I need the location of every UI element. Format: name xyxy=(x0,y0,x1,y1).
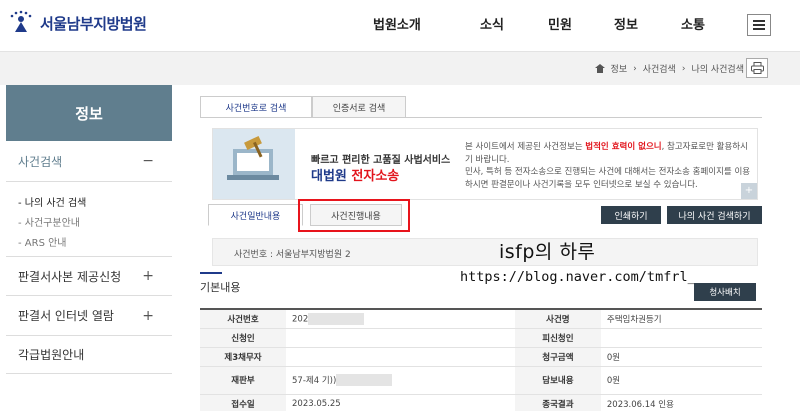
sidebar-item-courts[interactable]: 각급법원안내 xyxy=(6,336,172,374)
sidebar-sub-ars[interactable]: - ARS 안내 xyxy=(18,234,67,249)
breadcrumb-my-case[interactable]: 나의 사건검색 xyxy=(691,62,744,75)
office-layout-button[interactable]: 청사배치 xyxy=(694,283,756,301)
gavel-laptop-icon xyxy=(213,129,295,199)
minus-icon: − xyxy=(142,153,154,169)
breadcrumb-case-search[interactable]: 사건검색 xyxy=(643,62,676,75)
redacted xyxy=(336,374,393,387)
tab-divider xyxy=(200,117,762,118)
table-cell: 0원 xyxy=(600,366,762,395)
table-header: 종국결과 xyxy=(514,394,601,411)
sidebar-item-label: 사건검색 xyxy=(18,154,63,169)
expand-icon[interactable]: + xyxy=(741,183,757,199)
breadcrumb-info[interactable]: 정보 xyxy=(611,62,628,75)
case-number-label: 사건번호 : 서울남부지방법원 2 xyxy=(234,250,351,260)
highlight-box xyxy=(298,199,410,232)
section-accent xyxy=(200,272,222,274)
sidebar-item-label: 판결서 인터넷 열람 xyxy=(18,309,114,323)
home-icon[interactable] xyxy=(594,64,605,73)
table-row: 재판부 57-제4 기)) 담보내용 0원 xyxy=(200,366,762,395)
table-header: 신청인 xyxy=(200,328,286,348)
table-row: 신청인 피신청인 xyxy=(200,328,762,348)
table-header: 청구금액 xyxy=(514,347,601,367)
table-header: 재판부 xyxy=(200,366,286,395)
nav-about[interactable]: 법원소개 xyxy=(373,14,421,33)
table-cell: 2023.06.14 인용 xyxy=(600,394,762,411)
chevron-right-icon: › xyxy=(633,63,637,74)
banner-title-eservice: 전자소송 xyxy=(351,169,400,184)
desc-part: 민사, 특허 등 전자소송으로 진행되는 사건에 대해서는 전자소송 홈페이지를… xyxy=(465,167,751,190)
redacted xyxy=(308,312,365,325)
table-header: 피신청인 xyxy=(514,328,601,348)
sidebar-item-judgment-view[interactable]: 판결서 인터넷 열람 + xyxy=(6,296,172,336)
table-cell-value: 202 xyxy=(292,314,309,325)
table-row: 제3채무자 청구금액 0원 xyxy=(200,347,762,367)
nav-communication[interactable]: 소통 xyxy=(681,14,705,33)
table-cell: 주택임차권등기 xyxy=(600,309,762,329)
desc-emphasis: 법적인 효력이 없으니 xyxy=(585,142,662,152)
section-title: 기본내용 xyxy=(200,281,241,294)
my-case-search-button[interactable]: 나의 사건 검색하기 xyxy=(667,206,762,224)
sidebar-item-label: 판결서사본 제공신청 xyxy=(18,269,122,284)
banner-headline: 빠르고 편리한 고품질 사법서비스 xyxy=(311,155,451,166)
nav-civil[interactable]: 민원 xyxy=(548,14,572,33)
table-cell: 57-제4 기)) xyxy=(286,366,515,395)
table-row: 사건번호 202 사건명 주택임차권등기 xyxy=(200,309,762,329)
case-info-table: 사건번호 202 사건명 주택임차권등기 신청인 피신청인 제3채무자 청구금액… xyxy=(200,308,762,411)
table-row: 접수일 2023.05.25 종국결과 2023.06.14 인용 xyxy=(200,394,762,411)
nav-news[interactable]: 소식 xyxy=(480,14,504,33)
table-header: 사건번호 xyxy=(200,309,286,329)
court-emblem-icon xyxy=(8,10,34,36)
banner-title-court: 대법원 xyxy=(311,169,347,184)
nav-info[interactable]: 정보 xyxy=(614,14,638,33)
table-header: 접수일 xyxy=(200,394,286,411)
plus-icon: + xyxy=(142,307,154,324)
menu-icon[interactable] xyxy=(747,14,771,36)
table-cell: 0원 xyxy=(600,347,762,367)
site-header: 서울남부지방법원 법원소개 소식 민원 정보 소통 xyxy=(0,0,800,52)
tab-case-general[interactable]: 사건일반내용 xyxy=(208,204,303,226)
table-cell xyxy=(286,347,515,367)
table-header: 사건명 xyxy=(514,309,601,329)
plus-icon: + xyxy=(142,268,154,284)
chevron-right-icon: › xyxy=(681,63,686,74)
banner-title: 대법원 전자소송 xyxy=(311,165,399,184)
printer-icon[interactable] xyxy=(746,58,768,78)
sidebar-item-judgment-copy[interactable]: 판결서사본 제공신청 + xyxy=(6,256,172,296)
table-cell xyxy=(286,328,515,348)
sidebar-item-label: 각급법원안내 xyxy=(18,348,85,362)
sidebar-title: 정보 xyxy=(6,85,172,141)
watermark-title: isfp의 하루 xyxy=(499,241,596,263)
site-name: 서울남부지방법원 xyxy=(40,14,147,33)
desc-part: 본 사이트에서 제공된 사건정보는 xyxy=(465,142,586,152)
table-cell: 2023.05.25 xyxy=(286,394,515,411)
banner-description: 본 사이트에서 제공된 사건정보는 법적인 효력이 없으니, 참고자료로만 활용… xyxy=(465,141,755,191)
breadcrumb: 정보 › 사건검색 › 나의 사건검색 xyxy=(594,62,744,75)
table-header: 담보내용 xyxy=(514,366,601,395)
sidebar-item-case-search[interactable]: 사건검색 − xyxy=(6,141,172,182)
watermark-url: https://blog.naver.com/tmfrl_ xyxy=(460,269,696,285)
sidebar-sub-case-type[interactable]: - 사건구분안내 xyxy=(18,214,80,229)
tab-case-number-search[interactable]: 사건번호로 검색 xyxy=(200,96,312,118)
breadcrumb-bar: 정보 › 사건검색 › 나의 사건검색 xyxy=(0,52,800,85)
court-logo[interactable]: 서울남부지방법원 xyxy=(8,10,147,36)
sidebar-sub-my-case[interactable]: - 나의 사건 검색 xyxy=(18,194,86,209)
table-header: 제3채무자 xyxy=(200,347,286,367)
table-cell-value: 57-제4 기)) xyxy=(292,375,337,386)
print-button[interactable]: 인쇄하기 xyxy=(601,206,661,224)
table-cell xyxy=(600,328,762,348)
table-cell: 202 xyxy=(286,309,515,329)
tab-certificate-search[interactable]: 인증서로 검색 xyxy=(312,96,406,118)
e-litigation-banner[interactable]: 빠르고 편리한 고품질 사법서비스 대법원 전자소송 본 사이트에서 제공된 사… xyxy=(212,128,758,200)
